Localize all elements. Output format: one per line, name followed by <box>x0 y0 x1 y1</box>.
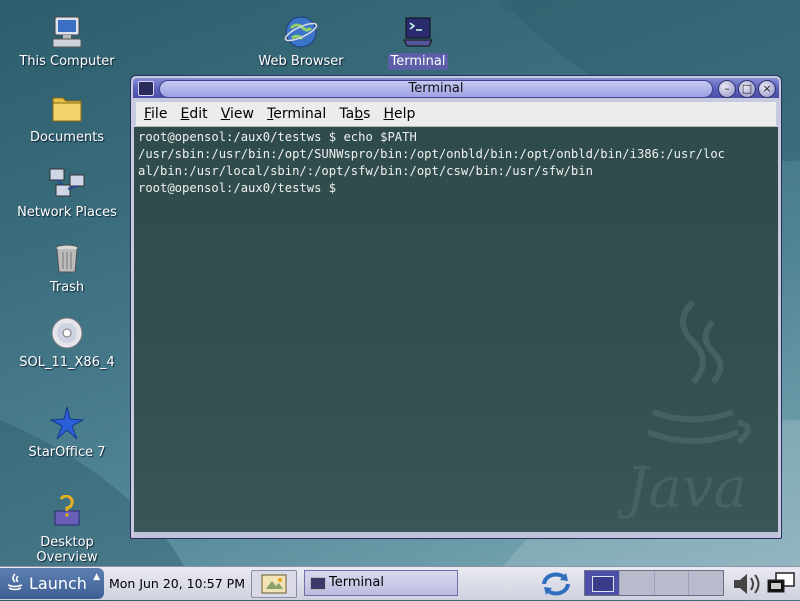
minimize-button[interactable]: – <box>718 80 736 98</box>
title-bar[interactable]: Terminal – □ × <box>133 78 779 98</box>
terminal-window[interactable]: Terminal – □ × File Edit View Terminal T… <box>130 75 782 539</box>
desktop-icon-label: Desktop Overview <box>36 535 98 565</box>
close-button[interactable]: × <box>758 80 776 98</box>
update-notifier-icon[interactable] <box>536 569 576 599</box>
desktop-icon-network-places[interactable]: Network Places <box>12 165 122 221</box>
menu-terminal[interactable]: Terminal <box>267 102 326 126</box>
workspace-2[interactable] <box>619 571 655 595</box>
staroffice-icon <box>49 406 85 440</box>
desktop-icon-trash[interactable]: Trash <box>12 240 122 296</box>
menu-help[interactable]: Help <box>383 102 415 126</box>
desktop-icon-desktop-overview[interactable]: Desktop Overview <box>12 495 122 566</box>
desktop-icon-cd[interactable]: SOL_11_X86_4 <box>12 315 122 371</box>
desktop-icon-label: Trash <box>49 280 85 295</box>
terminal-icon <box>403 17 433 47</box>
cd-icon <box>51 317 83 349</box>
desktop-icon-label: This Computer <box>19 54 115 69</box>
trash-icon <box>55 244 79 273</box>
desktop-icon-label: Terminal <box>387 53 449 70</box>
menu-file[interactable]: File <box>144 102 167 126</box>
desktop-icon-this-computer[interactable]: This Computer <box>12 14 122 70</box>
menu-bar: File Edit View Terminal Tabs Help <box>136 102 776 127</box>
help-book-icon <box>54 495 80 526</box>
launch-button[interactable]: Launch ▲ <box>0 568 104 599</box>
window-title: Terminal <box>159 80 713 98</box>
java-logo-watermark: Java <box>618 299 751 521</box>
desktop-icon-terminal[interactable]: Terminal <box>363 14 473 70</box>
terminal-line: /usr/sbin:/usr/bin:/opt/SUNWspro/bin:/op… <box>138 147 725 161</box>
volume-icon[interactable] <box>732 572 762 596</box>
task-label: Terminal <box>329 575 384 590</box>
menu-tabs[interactable]: Tabs <box>339 102 370 126</box>
folder-icon <box>52 97 82 122</box>
computer-icon <box>52 16 82 48</box>
workspace-4[interactable] <box>689 571 723 595</box>
network-status-icon[interactable] <box>766 571 796 597</box>
terminal-area[interactable]: root@opensol:/aux0/testws $ echo $PATH /… <box>134 127 778 532</box>
launch-label: Launch <box>29 574 87 593</box>
window-menu-icon[interactable] <box>138 81 154 96</box>
desktop-icon-staroffice[interactable]: StarOffice 7 <box>12 405 122 461</box>
svg-text:Java: Java <box>618 456 747 521</box>
desktop-icon-label: Documents <box>29 130 105 145</box>
show-desktop-icon <box>261 574 287 594</box>
java-cup-icon <box>7 573 23 591</box>
globe-icon <box>284 16 318 48</box>
desktop-icon-web-browser[interactable]: Web Browser <box>246 14 356 70</box>
workspace-1[interactable] <box>585 571 620 595</box>
terminal-small-icon <box>310 577 326 590</box>
clock[interactable]: Mon Jun 20, 10:57 PM <box>109 567 245 600</box>
desktop-icon-label: SOL_11_X86_4 <box>19 355 115 370</box>
show-desktop-button[interactable] <box>251 570 297 598</box>
desktop-icon-label: Web Browser <box>258 54 344 69</box>
taskbar-terminal-button[interactable]: Terminal <box>304 570 458 596</box>
desktop-icon-label: Network Places <box>17 205 117 220</box>
launch-arrow-icon: ▲ <box>93 572 100 582</box>
desktop-icon-label: StarOffice 7 <box>28 445 106 460</box>
menu-edit[interactable]: Edit <box>181 102 208 126</box>
network-icon <box>49 168 85 197</box>
horizontal-scrollbar[interactable] <box>134 532 778 538</box>
workspace-switcher[interactable] <box>584 570 724 596</box>
bottom-panel: Launch ▲ Mon Jun 20, 10:57 PM Terminal <box>0 566 800 600</box>
maximize-button[interactable]: □ <box>738 80 756 98</box>
desktop-icon-documents[interactable]: Documents <box>12 90 122 146</box>
workspace-3[interactable] <box>654 571 690 595</box>
terminal-line: root@opensol:/aux0/testws $ <box>138 181 344 195</box>
menu-view[interactable]: View <box>221 102 254 126</box>
